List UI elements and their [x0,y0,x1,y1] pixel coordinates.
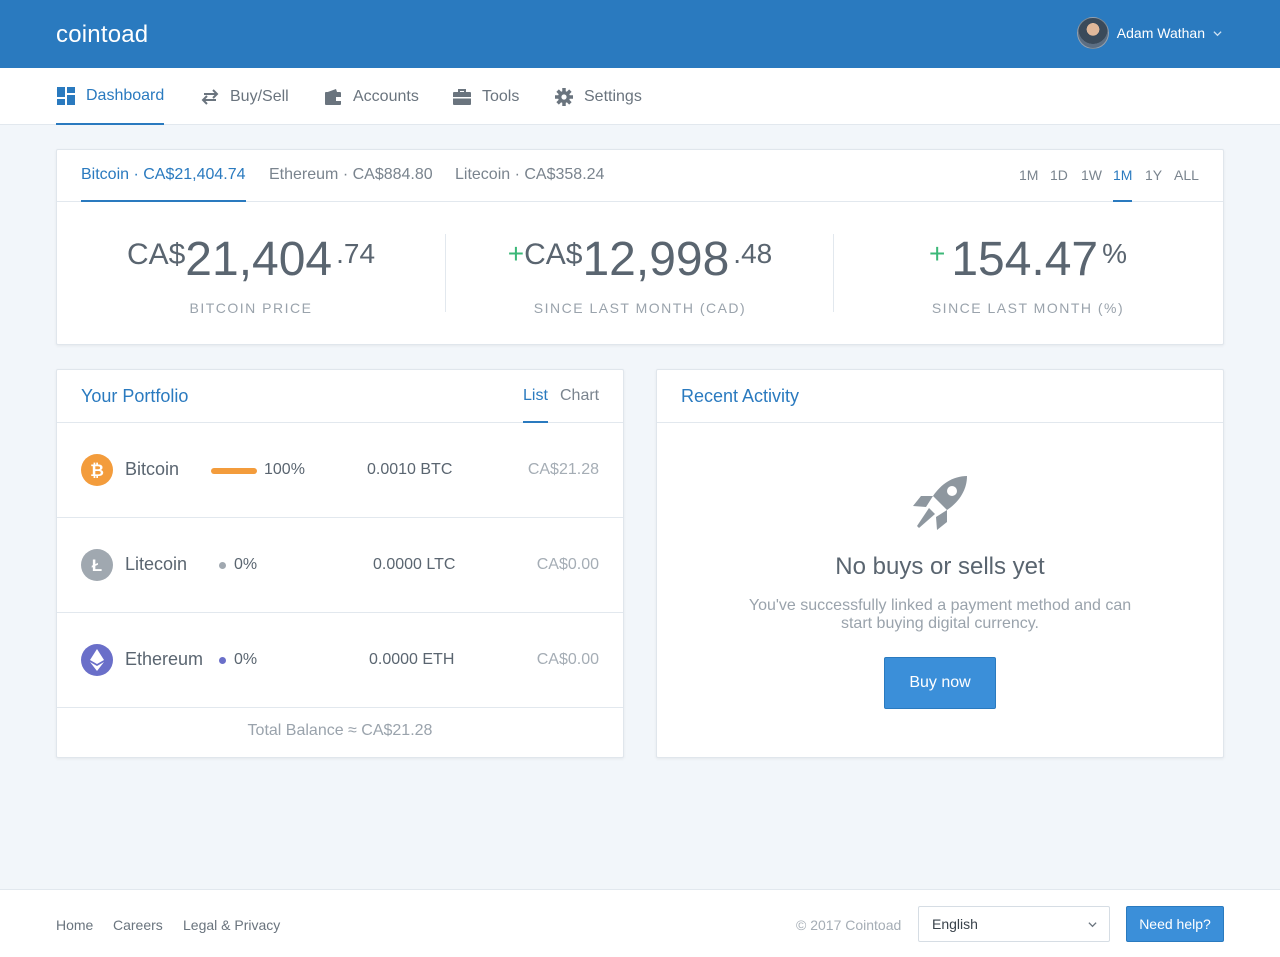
stat-value: 21,404 [185,233,333,286]
allocation-dot [219,657,226,664]
stat-currency: CA$ [524,238,583,271]
nav-item-accounts[interactable]: Accounts [323,68,419,125]
nav-label: Settings [584,87,642,105]
empty-state-title: No buys or sells yet [835,553,1045,580]
wallet-icon [325,88,341,105]
footer-link-legal-privacy[interactable]: Legal & Privacy [183,917,280,933]
coin-name: Ethereum [125,649,204,669]
activity-header: Recent Activity [657,370,1223,423]
fiat-value: CA$21.28 [527,461,599,478]
price-ticker-card: Bitcoin · CA$21,404.74 Ethereum · CA$884… [56,149,1224,345]
stat-fraction: .74 [336,238,376,269]
rocket-icon [913,476,967,530]
dashboard-icon [57,86,75,105]
portfolio-row-bitcoin[interactable]: ₿ Bitcoin 100% 0.0010 BTC CA$21.28 [57,423,623,518]
language-select[interactable]: English [918,906,1110,942]
recent-activity-card: Recent Activity No buys or sells yet You… [656,369,1224,758]
fiat-value: CA$0.00 [536,651,599,668]
stat-fraction: .48 [733,238,773,269]
currency-tabs: Bitcoin · CA$21,404.74 Ethereum · CA$884… [57,150,1223,202]
nav-label: Dashboard [86,86,165,104]
coin-name: Bitcoin [125,459,180,479]
coin-name: Litecoin [125,554,188,574]
range-all[interactable]: ALL [1174,150,1199,202]
footer-link-careers[interactable]: Careers [113,917,163,933]
portfolio-row-litecoin[interactable]: Ł Litecoin 0% 0.0000 LTC CA$0.00 [57,518,623,613]
nav-item-buy-sell[interactable]: Buy/Sell [200,68,289,125]
total-balance: Total Balance ≈ CA$21.28 [247,722,433,739]
tab-litecoin[interactable]: Litecoin · CA$358.24 [455,150,604,202]
allocation-dot [219,562,226,569]
user-menu[interactable]: Adam Wathan [1076,16,1222,50]
footer: Home Careers Legal & Privacy © 2017 Coin… [0,889,1280,957]
nav-item-tools[interactable]: Tools [452,68,519,125]
bitcoin-icon: ₿ [81,454,113,486]
allocation-percent: 0% [234,651,258,668]
fiat-value: CA$0.00 [536,556,599,573]
nav-item-dashboard[interactable]: Dashboard [56,68,165,125]
portfolio-card: Your Portfolio List Chart ₿ Bitcoin 100%… [56,369,624,758]
portfolio-header: Your Portfolio List Chart [57,370,623,423]
tab-chart[interactable]: Chart [560,370,599,423]
chevron-down-icon [1088,922,1097,928]
empty-state-text: You've successfully linked a payment met… [748,597,1132,632]
nav-label: Accounts [353,87,419,105]
litecoin-icon: Ł [81,549,113,581]
top-bar: cointoad Adam Wathan [0,0,1280,68]
footer-link-home[interactable]: Home [56,917,93,933]
stat-label: Since last month (CAD) [533,300,747,316]
stat-suffix: % [1102,238,1128,269]
nav-label: Tools [482,87,520,105]
gear-icon [555,87,573,106]
allocation-bar [211,468,257,474]
stat-label: Since last month (%) [931,300,1125,316]
tab-list[interactable]: List [523,370,548,423]
stat-label: Bitcoin price [189,300,313,316]
nav-label: Buy/Sell [230,87,289,105]
coin-amount: 0.0000 ETH [369,651,455,668]
buy-now-button[interactable]: Buy now [884,657,996,709]
brand-logo[interactable]: cointoad [56,21,148,49]
user-name: Adam Wathan [1116,25,1205,41]
avatar [1076,17,1109,49]
stat-currency: CA$ [126,238,186,271]
stat-plus-sign: + [507,238,525,269]
svg-text:₿: ₿ [90,461,104,480]
tab-bitcoin[interactable]: Bitcoin · CA$21,404.74 [81,150,246,202]
stat-plus-sign: + [928,238,946,269]
portfolio-row-ethereum[interactable]: Ethereum 0% 0.0000 ETH CA$0.00 [57,613,623,708]
coin-amount: 0.0000 LTC [373,556,456,573]
tab-ethereum[interactable]: Ethereum · CA$884.80 [269,150,433,202]
range-1d[interactable]: 1D [1050,150,1068,202]
copyright: © 2017 Cointoad [796,917,902,933]
stat-change-percent: + 154.47 % Since last month (%) [834,233,1222,317]
language-value: English [932,916,978,932]
swap-arrows-icon [201,88,219,105]
ethereum-icon [81,644,113,676]
svg-text:Ł: Ł [92,556,102,575]
allocation-percent: 0% [234,556,258,573]
coin-amount: 0.0010 BTC [367,461,453,478]
activity-title: Recent Activity [681,386,800,406]
portfolio-title: Your Portfolio [81,386,189,406]
stat-value: 12,998 [582,233,730,286]
need-help-button[interactable]: Need help? [1126,906,1224,942]
stat-bitcoin-price: CA$ 21,404 .74 Bitcoin price [57,233,445,317]
nav-item-settings[interactable]: Settings [554,68,642,125]
briefcase-icon [453,88,471,105]
allocation-percent: 100% [264,461,305,478]
stat-value: 154.47 [951,233,1099,286]
range-1y[interactable]: 1Y [1145,150,1162,202]
chevron-down-icon [1213,30,1222,36]
range-1m[interactable]: 1M [1019,150,1038,202]
main-nav: Dashboard Buy/Sell Accounts Tools Settin… [0,68,1280,125]
range-1m-active[interactable]: 1M [1113,150,1133,202]
range-1w[interactable]: 1W [1081,150,1102,202]
stat-change-cad: + CA$ 12,998 .48 Since last month (CAD) [446,233,834,317]
